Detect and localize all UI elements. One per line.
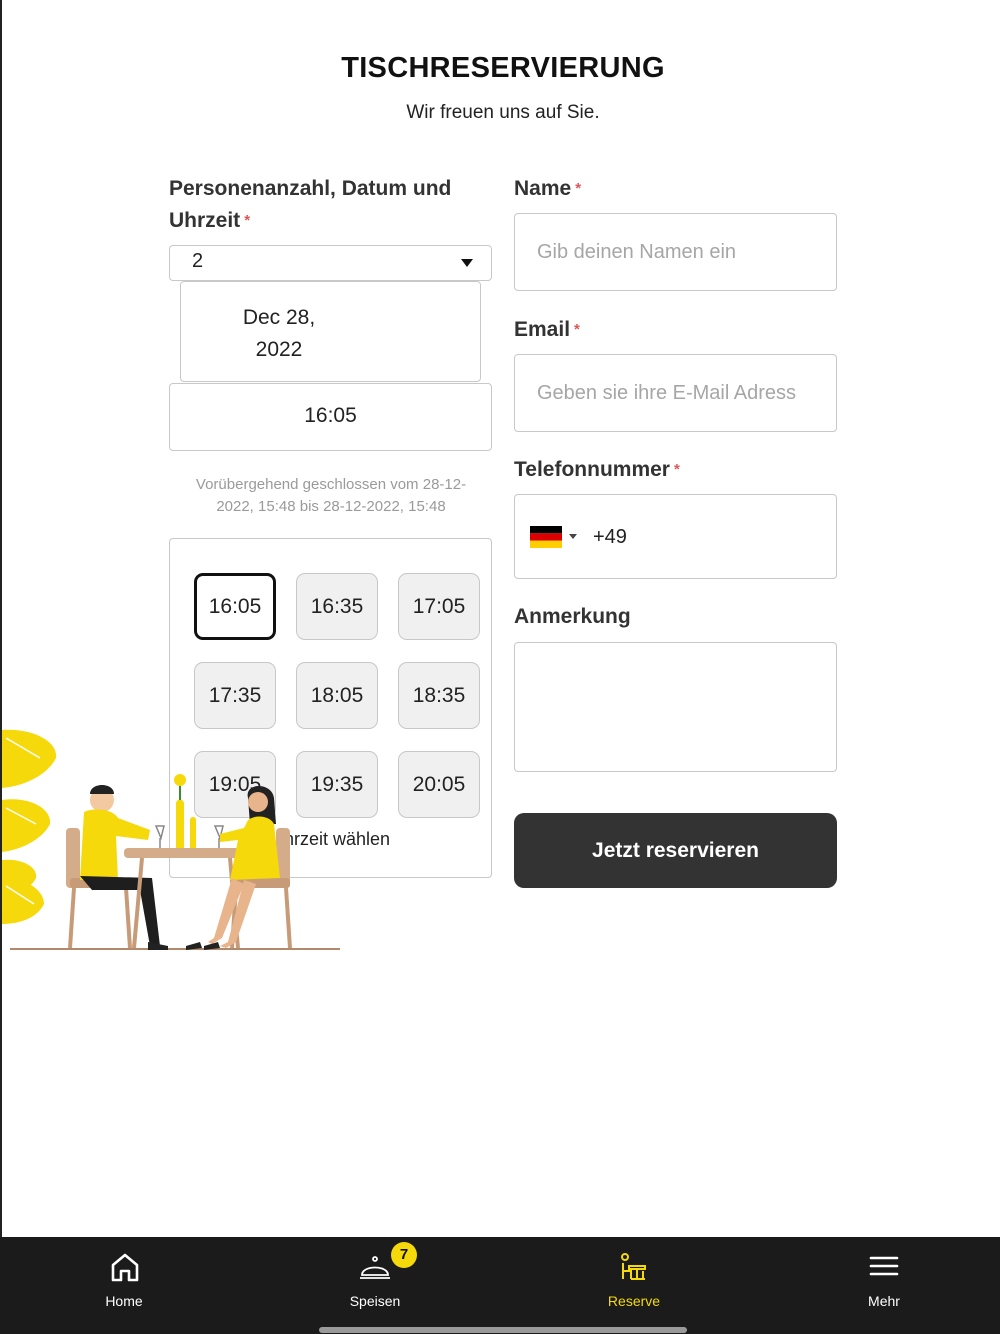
- dining-couple-illustration: [2, 729, 340, 950]
- booking-label-line1: Personenanzahl, Datum und: [169, 177, 452, 200]
- phone-input[interactable]: +49: [514, 494, 837, 579]
- tab-home-label: Home: [105, 1293, 143, 1309]
- phone-label: Telefonnummer *: [514, 454, 680, 488]
- name-label: Name *: [514, 173, 581, 207]
- booking-label: Personenanzahl, Datum und Uhrzeit *: [169, 173, 451, 239]
- tab-speisen-label: Speisen: [349, 1293, 401, 1309]
- time-slot[interactable]: 16:05: [194, 573, 276, 640]
- time-slot[interactable]: 17:35: [194, 662, 276, 729]
- email-input[interactable]: Geben sie ihre E-Mail Adress: [514, 354, 837, 432]
- time-value: 16:05: [304, 404, 357, 427]
- page-title: TISCHRESERVIERUNG: [341, 52, 665, 84]
- tab-mehr-label: Mehr: [868, 1293, 900, 1309]
- home-indicator: [319, 1327, 687, 1333]
- name-placeholder: Gib deinen Namen ein: [537, 241, 737, 263]
- email-label-text: Email: [514, 318, 571, 341]
- required-mark: *: [575, 180, 582, 197]
- email-placeholder: Geben sie ihre E-Mail Adress: [537, 382, 797, 404]
- required-mark: *: [574, 321, 580, 338]
- phone-label-text: Telefonnummer: [514, 458, 670, 481]
- name-input[interactable]: Gib deinen Namen ein: [514, 213, 837, 291]
- notice-line1: Vorübergehend geschlossen vom 28-12-: [195, 476, 467, 493]
- remark-label: Anmerkung: [514, 601, 631, 633]
- notice-line2: 2022, 15:48 bis 28-12-2022, 15:48: [216, 498, 446, 515]
- date-line2: 2022: [255, 338, 303, 361]
- window-edge: [0, 0, 2, 1237]
- name-label-text: Name: [514, 177, 572, 200]
- guests-select[interactable]: 2: [169, 245, 492, 281]
- cloche-icon: [360, 1256, 390, 1279]
- cart-count-badge: 7: [391, 1242, 417, 1268]
- date-line1: Dec 28,: [242, 306, 316, 329]
- caret-down-icon: [569, 534, 577, 539]
- dining-table-icon: [621, 1253, 646, 1280]
- required-mark: *: [244, 212, 251, 229]
- time-slot[interactable]: 18:05: [296, 662, 378, 729]
- time-slot[interactable]: 16:35: [296, 573, 378, 640]
- remark-label-text: Anmerkung: [514, 605, 631, 628]
- germany-flag-icon: [530, 526, 562, 548]
- required-mark: *: [673, 461, 680, 478]
- home-icon: [111, 1253, 139, 1282]
- phone-prefix: +49: [593, 526, 627, 548]
- tab-home[interactable]: Home: [0, 1237, 250, 1317]
- booking-label-line2: Uhrzeit: [169, 209, 241, 232]
- page-subtitle: Wir freuen uns auf Sie.: [406, 102, 600, 123]
- remark-textarea[interactable]: [514, 642, 837, 772]
- bottom-tab-bar: Home 7 Speisen Reserve Mehr: [0, 1237, 1000, 1334]
- reserve-button[interactable]: Jetzt reservieren: [514, 813, 837, 888]
- tab-reserve-label: Reserve: [607, 1293, 661, 1309]
- email-label: Email *: [514, 314, 580, 348]
- date-picker[interactable]: Dec 28, 2022: [180, 281, 481, 382]
- tab-speisen[interactable]: 7 Speisen: [250, 1237, 500, 1317]
- time-picker[interactable]: 16:05: [169, 383, 492, 451]
- time-slot[interactable]: 18:35: [398, 662, 480, 729]
- time-slot[interactable]: 20:05: [398, 751, 480, 818]
- chevron-down-icon: [461, 259, 473, 267]
- tab-mehr[interactable]: Mehr: [759, 1237, 1000, 1317]
- tab-reserve[interactable]: Reserve: [509, 1237, 759, 1317]
- closure-notice: Vorübergehend geschlossen vom 28-12- 202…: [170, 474, 492, 518]
- time-slot[interactable]: 17:05: [398, 573, 480, 640]
- guests-value: 2: [192, 250, 204, 272]
- menu-icon: [869, 1256, 899, 1276]
